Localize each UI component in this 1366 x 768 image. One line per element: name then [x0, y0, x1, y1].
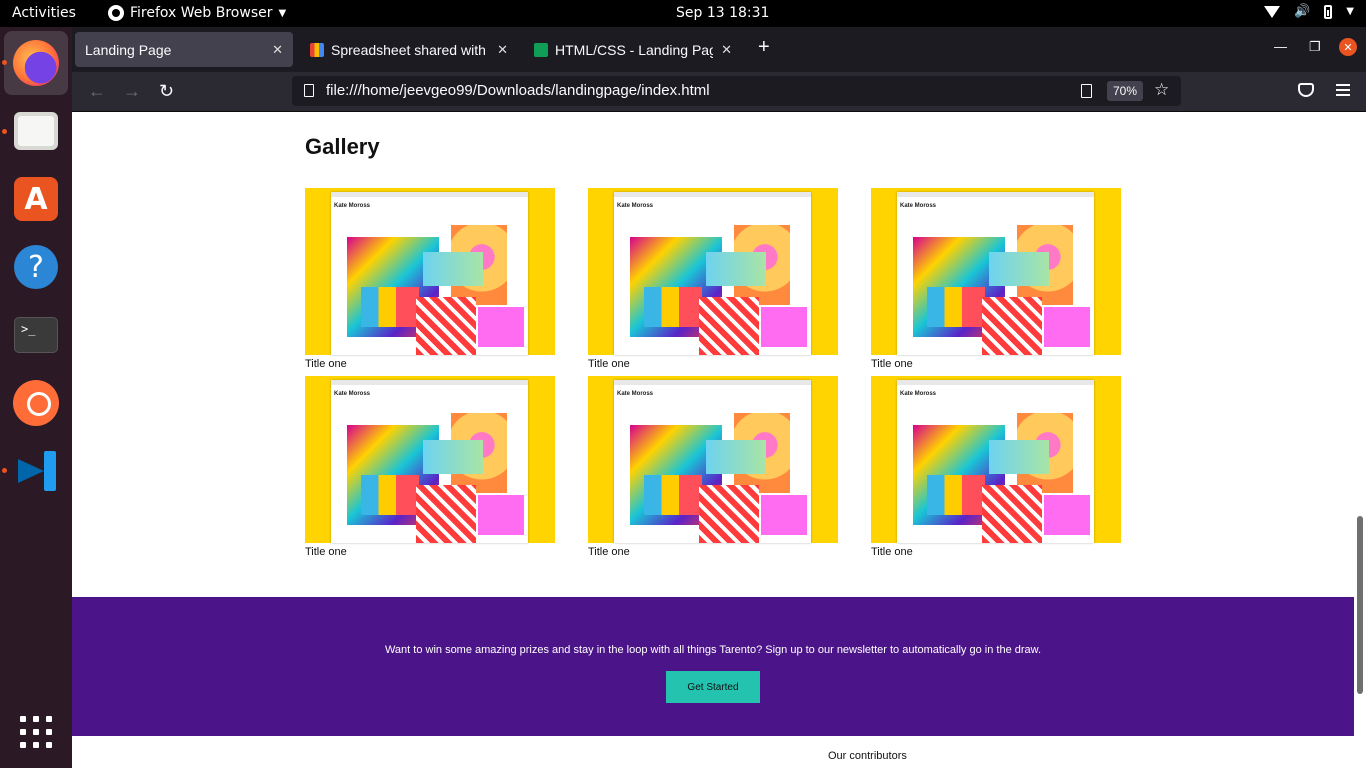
- gallery-image[interactable]: Kate Moross: [588, 376, 838, 543]
- page-scrollbar[interactable]: [1354, 112, 1366, 768]
- gallery-card[interactable]: Kate Moross Title one: [588, 188, 838, 371]
- mock-window: Kate Moross: [897, 380, 1094, 543]
- gmail-icon: [310, 42, 324, 57]
- dock-item-postman[interactable]: [4, 371, 68, 435]
- gallery-card[interactable]: Kate Moross Title one: [305, 188, 555, 371]
- new-tab-button[interactable]: +: [758, 36, 770, 59]
- image-caption: Kate Moross: [334, 203, 371, 209]
- vscode-icon: [14, 449, 58, 493]
- firefox-icon: [13, 40, 59, 86]
- terminal-icon: >_: [14, 317, 58, 353]
- card-title: Title one: [588, 358, 630, 370]
- gallery-card[interactable]: Kate Moross Title one: [305, 376, 555, 559]
- caret-down-icon: ▼: [1346, 6, 1354, 17]
- browser-tab-bar: Landing Page ✕ Spreadsheet shared with ✕…: [72, 27, 1366, 72]
- mock-window: Kate Moross: [331, 380, 528, 543]
- caret-down-icon: ▼: [278, 7, 287, 19]
- dock-item-terminal[interactable]: >_: [4, 303, 68, 367]
- dock-item-app-center[interactable]: A: [4, 167, 68, 231]
- dock-item-vscode[interactable]: [4, 439, 68, 503]
- card-title: Title one: [871, 358, 913, 370]
- get-started-button[interactable]: Get Started: [666, 671, 760, 703]
- tab-html-css[interactable]: HTML/CSS - Landing Page ✕: [524, 32, 742, 67]
- image-caption: Kate Moross: [900, 391, 937, 397]
- dock-item-files[interactable]: [4, 99, 68, 163]
- show-apps-icon[interactable]: [20, 716, 52, 748]
- postman-icon: [13, 380, 59, 426]
- hamburger-menu-icon[interactable]: [1336, 84, 1350, 96]
- dock-item-help[interactable]: ?: [4, 235, 68, 299]
- sheets-icon: [534, 42, 548, 57]
- url-text[interactable]: file:///home/jeevgeo99/Downloads/landing…: [326, 82, 710, 99]
- tab-spreadsheet[interactable]: Spreadsheet shared with ✕: [300, 32, 518, 67]
- card-title: Title one: [871, 546, 913, 558]
- gallery-title: Gallery: [305, 134, 380, 159]
- mock-window: Kate Moross: [897, 192, 1094, 355]
- mock-window: Kate Moross: [331, 192, 528, 355]
- tab-label: Spreadsheet shared with: [331, 41, 486, 58]
- url-bar[interactable]: file:///home/jeevgeo99/Downloads/landing…: [292, 76, 1181, 106]
- reload-icon[interactable]: ↻: [159, 81, 174, 102]
- dock: A ? >_: [0, 27, 72, 768]
- dock-item-firefox[interactable]: [4, 31, 68, 95]
- newsletter-section: Want to win some amazing prizes and stay…: [72, 597, 1354, 736]
- mock-window: Kate Moross: [614, 380, 811, 543]
- wifi-icon: [1264, 5, 1281, 18]
- activities-button[interactable]: Activities: [12, 5, 76, 21]
- app-menu[interactable]: Firefox Web Browser ▼: [108, 5, 286, 21]
- close-window-icon[interactable]: ✕: [1339, 38, 1357, 56]
- pocket-icon[interactable]: [1298, 83, 1314, 97]
- image-caption: Kate Moross: [617, 391, 654, 397]
- files-icon: [14, 112, 58, 150]
- gallery-image[interactable]: Kate Moross: [871, 376, 1121, 543]
- gallery-card[interactable]: Kate Moross Title one: [871, 376, 1121, 559]
- firefox-icon: [108, 5, 124, 21]
- back-icon[interactable]: ←: [88, 81, 106, 102]
- system-tray[interactable]: 🔊 ▼: [1264, 4, 1354, 19]
- app-center-icon: A: [14, 177, 58, 221]
- app-menu-label: Firefox Web Browser: [130, 5, 273, 21]
- gallery-image[interactable]: Kate Moross: [305, 188, 555, 355]
- system-top-bar: Activities Firefox Web Browser ▼ Sep 13 …: [0, 0, 1366, 27]
- bookmark-star-icon[interactable]: ☆: [1154, 80, 1169, 100]
- clock[interactable]: Sep 13 18:31: [676, 5, 769, 21]
- running-indicator: [2, 60, 7, 65]
- page-icon: [304, 84, 314, 97]
- tab-label: Landing Page: [85, 41, 172, 58]
- close-tab-icon[interactable]: ✕: [272, 42, 283, 58]
- running-indicator: [2, 129, 7, 134]
- tab-label: HTML/CSS - Landing Page: [555, 41, 714, 58]
- card-title: Title one: [305, 358, 347, 370]
- maximize-icon[interactable]: ❐: [1309, 39, 1321, 55]
- gallery-card[interactable]: Kate Moross Title one: [871, 188, 1121, 371]
- browser-nav-bar: ← → ↻ file:///home/jeevgeo99/Downloads/l…: [72, 72, 1366, 112]
- running-indicator: [2, 468, 7, 473]
- image-caption: Kate Moross: [900, 203, 937, 209]
- minimize-icon[interactable]: —: [1274, 39, 1287, 54]
- card-title: Title one: [305, 546, 347, 558]
- close-tab-icon[interactable]: ✕: [721, 42, 732, 58]
- contributors-heading: Our contributors: [828, 750, 907, 762]
- close-tab-icon[interactable]: ✕: [497, 42, 508, 58]
- image-caption: Kate Moross: [334, 391, 371, 397]
- image-caption: Kate Moross: [617, 203, 654, 209]
- mock-window: Kate Moross: [614, 192, 811, 355]
- gallery-card[interactable]: Kate Moross Title one: [588, 376, 838, 559]
- page-content: Gallery Kate Moross Title one Kate Moros…: [72, 112, 1354, 768]
- newsletter-text: Want to win some amazing prizes and stay…: [384, 644, 1042, 656]
- gallery-image[interactable]: Kate Moross: [871, 188, 1121, 355]
- gallery-image[interactable]: Kate Moross: [305, 376, 555, 543]
- forward-icon[interactable]: →: [123, 81, 141, 102]
- help-icon: ?: [14, 245, 58, 289]
- card-title: Title one: [588, 546, 630, 558]
- battery-icon: [1324, 4, 1333, 19]
- gallery-image[interactable]: Kate Moross: [588, 188, 838, 355]
- volume-icon: 🔊: [1294, 4, 1311, 19]
- zoom-level[interactable]: 70%: [1107, 81, 1144, 101]
- scrollbar-thumb[interactable]: [1357, 516, 1363, 694]
- reader-view-icon[interactable]: [1081, 84, 1092, 98]
- tab-landing-page[interactable]: Landing Page ✕: [75, 32, 293, 67]
